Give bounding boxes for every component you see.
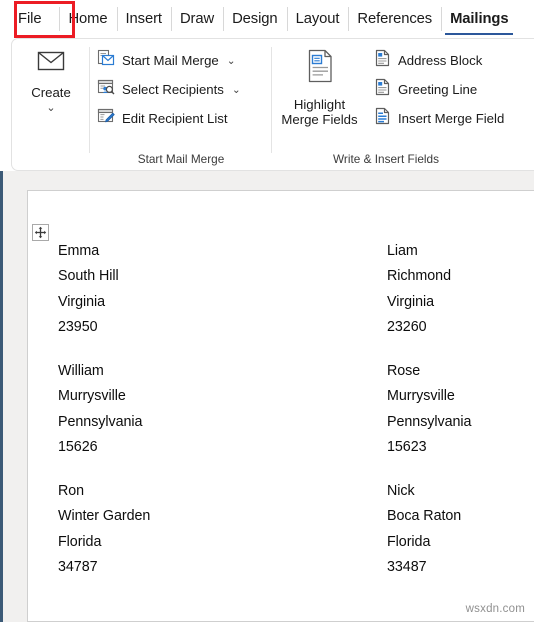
address-city: Richmond (387, 268, 451, 285)
table-cell-address-5[interactable]: Ron Winter Garden Florida 34787 (58, 479, 150, 580)
address-city: Boca Raton (387, 508, 462, 525)
start-mail-merge-label: Start Mail Merge (122, 53, 219, 68)
address-table: Emma South Hill Virginia 23950 Liam Rich… (28, 191, 534, 621)
chevron-down-icon[interactable]: ⌄ (46, 103, 55, 114)
tab-home-label: Home (68, 11, 108, 27)
tab-references-label: References (357, 11, 433, 27)
greeting-line-icon (374, 78, 391, 101)
tab-draw[interactable]: Draw (170, 0, 223, 38)
address-city: South Hill (58, 268, 119, 285)
address-zip: 15626 (58, 438, 98, 455)
mail-merge-icon (97, 49, 115, 72)
address-name: Liam (387, 243, 418, 259)
word-window: File Home Insert Draw Design Layout Refe… (0, 0, 534, 622)
chevron-down-icon[interactable]: ⌄ (232, 84, 241, 96)
address-state: Florida (58, 533, 102, 550)
address-state: Virginia (58, 293, 106, 310)
table-cell-address-3[interactable]: William Murrysville Pennsylvania 15626 (58, 359, 143, 460)
ribbon-tab-bar: File Home Insert Draw Design Layout Refe… (0, 0, 534, 38)
document-canvas: Emma South Hill Virginia 23950 Liam Rich… (0, 171, 534, 622)
tab-file-label: File (18, 11, 42, 27)
start-mail-merge-button[interactable]: Start Mail Merge ⌄ (90, 46, 247, 75)
insert-merge-field-icon (374, 107, 391, 130)
address-state: Pennsylvania (387, 413, 472, 430)
greeting-line-label: Greeting Line (398, 82, 478, 97)
tab-insert[interactable]: Insert (116, 0, 171, 38)
ribbon-group-write-insert-fields: Highlight Merge Fields Address Block Gre… (272, 39, 534, 170)
document-page[interactable]: Emma South Hill Virginia 23950 Liam Rich… (27, 190, 534, 622)
address-name: Emma (58, 243, 100, 259)
tab-home[interactable]: Home (59, 0, 116, 38)
left-accent-rail (0, 171, 3, 622)
address-zip: 34787 (58, 558, 98, 575)
tab-design-label: Design (232, 11, 278, 27)
watermark-text: wsxdn.com (465, 603, 525, 615)
address-zip: 23260 (387, 318, 427, 335)
create-button[interactable]: Create ⌄ (12, 39, 90, 114)
address-block-icon (374, 49, 391, 72)
insert-merge-field-label: Insert Merge Field (398, 111, 505, 126)
address-name: Rose (387, 363, 421, 379)
address-block-label: Address Block (398, 53, 483, 68)
address-city: Murrysville (387, 388, 455, 405)
address-city: Winter Garden (58, 508, 151, 525)
select-recipients-label: Select Recipients (122, 82, 224, 97)
edit-recipient-list-label: Edit Recipient List (122, 111, 228, 126)
edit-recipient-list-button[interactable]: Edit Recipient List (90, 104, 247, 133)
address-name: William (58, 363, 104, 379)
address-zip: 23950 (58, 318, 98, 335)
address-zip: 33487 (387, 558, 427, 575)
address-name: Ron (58, 483, 85, 499)
table-cell-address-1[interactable]: Emma South Hill Virginia 23950 (58, 239, 119, 340)
ribbon-group-start-mail-merge-label: Start Mail Merge (137, 151, 225, 166)
tab-draw-label: Draw (179, 11, 215, 27)
tab-mailings[interactable]: Mailings (441, 0, 517, 38)
active-tab-indicator (445, 32, 514, 35)
insert-merge-field-button[interactable]: Insert Merge Field (367, 104, 510, 133)
highlight-merge-fields-label-line2: Merge Fields (281, 112, 358, 127)
table-cell-address-2[interactable]: Liam Richmond Virginia 23260 (387, 239, 451, 340)
create-button-label: Create (31, 85, 71, 100)
tab-design[interactable]: Design (223, 0, 286, 38)
ribbon-group-create: Create ⌄ (12, 39, 90, 170)
envelope-icon (35, 48, 67, 79)
tab-layout-label: Layout (295, 11, 340, 27)
highlight-merge-fields-label-line1: Highlight (293, 97, 346, 112)
highlight-merge-fields-button[interactable]: Highlight Merge Fields (272, 39, 367, 127)
table-cell-address-6[interactable]: Nick Boca Raton Florida 33487 (387, 479, 461, 580)
greeting-line-button[interactable]: Greeting Line (367, 75, 510, 104)
address-block-button[interactable]: Address Block (367, 46, 510, 75)
table-cell-address-4[interactable]: Rose Murrysville Pennsylvania 15623 (387, 359, 472, 460)
highlight-merge-fields-icon (303, 48, 337, 91)
tab-mailings-label: Mailings (450, 11, 509, 27)
ribbon-group-start-mail-merge: Start Mail Merge ⌄ Select Recipients ⌄ E… (90, 39, 272, 170)
tab-file[interactable]: File (0, 0, 59, 38)
address-state: Florida (387, 533, 431, 550)
tab-insert-label: Insert (125, 11, 163, 27)
address-zip: 15623 (387, 438, 427, 455)
select-recipients-button[interactable]: Select Recipients ⌄ (90, 75, 247, 104)
ribbon-group-create-label (12, 150, 90, 170)
chevron-down-icon[interactable]: ⌄ (227, 55, 236, 67)
tab-references[interactable]: References (348, 0, 441, 38)
select-recipients-icon (97, 78, 115, 101)
address-state: Pennsylvania (58, 413, 143, 430)
tab-layout[interactable]: Layout (286, 0, 349, 38)
edit-recipient-list-icon (97, 107, 115, 130)
ribbon-group-write-insert-fields-label: Write & Insert Fields (333, 151, 439, 166)
address-state: Virginia (387, 293, 435, 310)
address-city: Murrysville (58, 388, 126, 405)
address-name: Nick (387, 483, 415, 499)
ribbon: Create ⌄ Start Mail Merge ⌄ Select Recip… (11, 38, 534, 171)
